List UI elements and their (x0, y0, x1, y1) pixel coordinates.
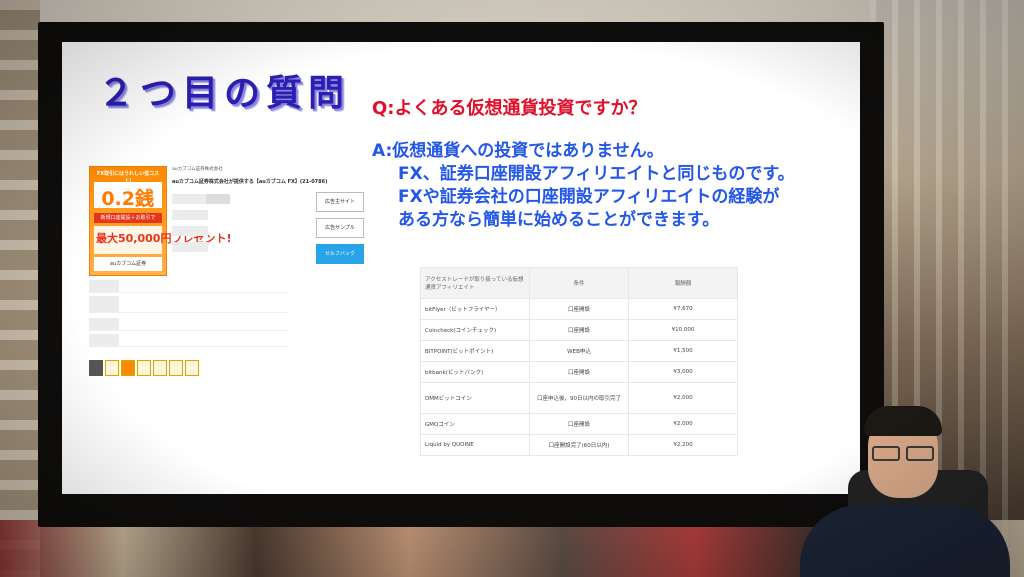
answer-line-1: A:仮想通貨への投資ではありません。 (372, 141, 664, 161)
table-row: bitbank(ビットバンク) 口座開設 ¥3,000 (420, 361, 738, 383)
table-cell: Coincheck(コインチェック) (420, 319, 530, 341)
table-cell: WEB申込 (529, 340, 629, 362)
table-cell: bitbank(ビットバンク) (420, 361, 530, 383)
banner-brand: auカブコム証券 (94, 257, 162, 271)
table-cell: 口座申込後、90日以内の取引完了 (529, 382, 629, 414)
table-cell: BITPOINT(ビットポイント) (420, 340, 530, 362)
table-header: 条件 (529, 267, 629, 299)
ad-banner: FX取引にはうれしい低コスト! 0.2銭 新規口座開設＋お取引で 最大50,00… (89, 166, 231, 276)
table-row: Liquid by QUOINE 口座開設完了(60日以内) ¥2,200 (420, 434, 738, 456)
table-cell: 口座開設 (529, 298, 629, 320)
program-name: auカブコム証券株式会社が提供する【auカブコム FX】(21-0786) (172, 179, 328, 185)
table-row: bitFlyer（ビットフライヤー） 口座開設 ¥7,670 (420, 298, 738, 320)
table-cell: GMOコイン (420, 413, 530, 435)
table-cell: 口座開設 (529, 319, 629, 341)
presenter-hair (864, 406, 942, 436)
detail-row (89, 280, 289, 293)
glasses-icon (872, 446, 934, 461)
feature-icons (89, 360, 201, 380)
background-left-wall (0, 0, 40, 577)
question-text: Q:よくある仮想通貨投資ですか？ (372, 98, 647, 119)
info-chip (172, 210, 208, 220)
table-row: Coincheck(コインチェック) 口座開設 ¥10,000 (420, 319, 738, 341)
table-cell: DMMビットコイン (420, 382, 530, 414)
answer-line-3: FXや証券会社の口座開設アフィリエイトの経験が (398, 187, 780, 207)
feature-icon (169, 360, 183, 376)
table-row: GMOコイン 口座開設 ¥2,000 (420, 413, 738, 435)
banner-present-box: 最大50,000円プレゼント! (94, 226, 231, 254)
table-cell: ¥2,000 (628, 413, 738, 435)
banner-present: 最大50,000円プレゼント! (96, 232, 232, 245)
table-cell: bitFlyer（ビットフライヤー） (420, 298, 530, 320)
feature-icon (153, 360, 167, 376)
table-cell: ¥2,200 (628, 434, 738, 456)
feature-icon (137, 360, 151, 376)
company-name: auカブコム証券株式会社 (172, 167, 223, 172)
detail-row (89, 296, 289, 313)
table-cell: 口座開設完了(60日以内) (529, 434, 629, 456)
answer-block: A:仮想通貨への投資ではありません。 FX、証券口座開設アフィリエイトと同じもの… (372, 140, 795, 232)
feature-icon (185, 360, 199, 376)
presentation-slide: ２つ目の質問 Q:よくある仮想通貨投資ですか？ A:仮想通貨への投資ではありませ… (62, 42, 860, 494)
table-cell: ¥3,000 (628, 361, 738, 383)
table-cell: 口座開設 (529, 361, 629, 383)
ad-sample-button[interactable]: 広告サンプル (316, 218, 364, 238)
table-cell: Liquid by QUOINE (420, 434, 530, 456)
presenter-body (800, 505, 1010, 577)
detail-row (89, 334, 289, 347)
table-header: 報酬額 (628, 267, 738, 299)
banner-spread: 0.2銭 (101, 188, 154, 210)
feature-icon (121, 360, 135, 376)
table-row: DMMビットコイン 口座申込後、90日以内の取引完了 ¥2,000 (420, 382, 738, 414)
table-cell: ¥2,000 (628, 382, 738, 414)
info-chip (172, 242, 208, 252)
table-cell: ¥10,000 (628, 319, 738, 341)
banner-spread-box: 0.2銭 (94, 182, 162, 210)
self-back-button[interactable]: セルフバック (316, 244, 364, 264)
table-header: アクセストレードが取り扱っている仮想通貨アフィリエイト (420, 267, 530, 299)
table-cell: 口座開設 (529, 413, 629, 435)
table-cell: ¥7,670 (628, 298, 738, 320)
answer-line-2: FX、証券口座開設アフィリエイトと同じものです。 (398, 164, 795, 184)
feature-icon (105, 360, 119, 376)
affiliate-page-screenshot: FX取引にはうれしい低コスト! 0.2銭 新規口座開設＋お取引で 最大50,00… (86, 162, 364, 376)
info-chip (172, 194, 208, 204)
detail-row (89, 318, 289, 331)
info-chip (206, 194, 230, 204)
banner-new-account: 新規口座開設＋お取引で (94, 213, 162, 223)
table-cell: ¥1,500 (628, 340, 738, 362)
info-chip (172, 226, 208, 236)
table-row: BITPOINT(ビットポイント) WEB申込 ¥1,500 (420, 340, 738, 362)
answer-line-4: ある方なら簡単に始めることができます。 (398, 210, 720, 230)
feature-icon (89, 360, 103, 376)
affiliate-table: アクセストレードが取り扱っている仮想通貨アフィリエイト 条件 報酬額 bitFl… (420, 267, 738, 456)
ad-site-button[interactable]: 広告主サイト (316, 192, 364, 212)
slide-title: ２つ目の質問 (98, 73, 351, 114)
